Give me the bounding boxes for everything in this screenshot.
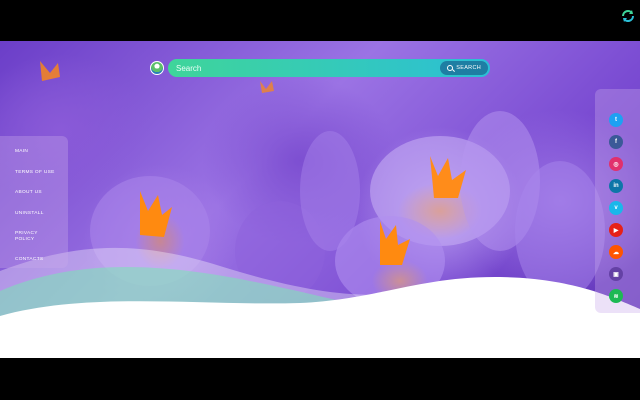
linkedin-icon[interactable]: in [609,179,623,193]
youtube-icon[interactable]: ▶ [609,223,623,237]
nav-item-main[interactable]: MAIN [0,149,68,155]
instagram-icon[interactable]: ◎ [609,157,623,171]
nav-item-contacts[interactable]: CONTACTS [0,257,68,263]
nav-item-uninstall[interactable]: UNINSTALL [0,211,68,217]
soundcloud-icon[interactable]: ☁ [609,245,623,259]
refresh-icon[interactable] [621,9,635,23]
search-bar: SEARCH [168,59,490,77]
spotify-icon[interactable]: ≋ [609,289,623,303]
search-button[interactable]: SEARCH [440,61,488,75]
facebook-icon[interactable]: f [609,135,623,149]
nav-item-privacy-policy[interactable]: PRIVACY POLICY [0,231,45,242]
nav-item-about-us[interactable]: ABOUT US [0,190,68,196]
vimeo-icon[interactable]: v [609,201,623,215]
twitter-icon[interactable]: t [609,113,623,127]
search-icon [447,65,454,71]
decorative-wave [0,247,640,358]
twitch-icon[interactable]: ▣ [609,267,623,281]
nav-item-terms-of-use[interactable]: TERMS OF USE [0,170,68,176]
social-links-panel: t f ◎ in v ▶ ☁ ▣ ≋ [595,89,640,313]
search-button-label: SEARCH [456,65,481,71]
logo-icon [150,61,164,75]
background-stage: SEARCH MAIN TERMS OF USE ABOUT US UNINST… [0,41,640,358]
search-input[interactable] [168,59,441,77]
side-nav-menu: MAIN TERMS OF USE ABOUT US UNINSTALL PRI… [0,136,68,268]
